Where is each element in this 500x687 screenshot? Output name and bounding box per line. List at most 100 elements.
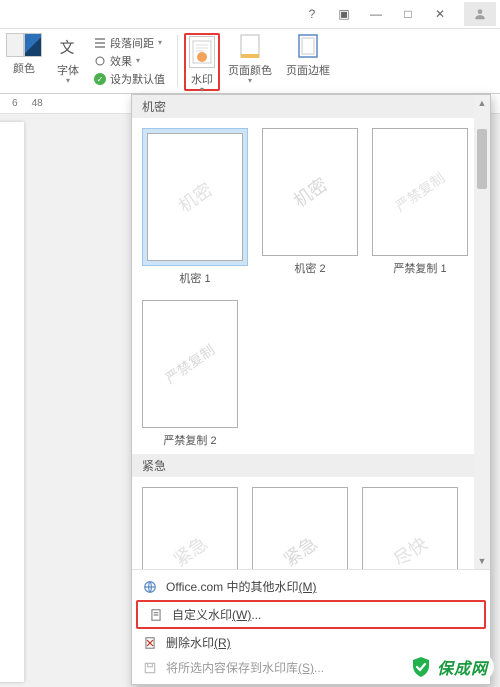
scrollbar-thumb[interactable] (477, 129, 487, 189)
watermark-preview-text: 紧急 (168, 530, 212, 569)
scroll-up-icon[interactable]: ▲ (474, 95, 490, 111)
watermark-thumbnail: 严禁复制 (372, 128, 468, 256)
menu-office-watermarks[interactable]: Office.com 中的其他水印(M) (132, 574, 490, 599)
paragraph-spacing-button[interactable]: 段落间距 ▾ (88, 35, 171, 51)
ruler-tick: 48 (32, 98, 43, 109)
ribbon: 颜色 文 字体 ▾ 段落间距 ▾ 效果 ▾ ✓ 设为默认值 (0, 29, 500, 94)
watermark-thumbnail-label: 严禁复制 1 (393, 260, 446, 276)
page-color-icon (238, 35, 262, 59)
page-border-icon (296, 35, 320, 59)
menu-suffix: ... (251, 608, 261, 622)
avatar[interactable] (464, 2, 496, 26)
shield-check-icon (409, 655, 433, 679)
ribbon-display-button[interactable]: ▣ (330, 4, 358, 24)
gallery-item[interactable]: 严禁复制 严禁复制 2 (142, 300, 238, 448)
paragraph-spacing-label: 段落间距 (110, 35, 154, 51)
minimize-icon: — (370, 7, 382, 21)
watermark-button[interactable]: 水印 ▾ (184, 33, 220, 91)
maximize-button[interactable]: □ (394, 4, 422, 24)
menu-hotkey: (S) (298, 661, 314, 675)
chevron-down-icon: ▾ (248, 76, 252, 85)
watermark-thumbnail: 紧急 (142, 487, 238, 569)
effects-icon (94, 55, 106, 67)
menu-remove-watermark[interactable]: 删除水印(R) (132, 630, 490, 655)
watermark-preview-text: 严禁复制 (391, 168, 448, 217)
watermark-gallery-panel: 机密 机密 机密 1 机密 机密 2 严禁复制 严禁复制 1 严禁复制 严禁复制… (131, 94, 491, 685)
window-titlebar: ? ▣ — □ ✕ (0, 0, 500, 29)
help-icon: ? (309, 7, 316, 21)
remove-icon (142, 635, 158, 651)
color-swatch-light-icon (6, 33, 24, 57)
watermark-preview-text: 尽快 (388, 530, 432, 569)
menu-label: 将所选内容保存到水印库 (166, 661, 298, 675)
checkmark-icon: ✓ (94, 73, 106, 85)
close-icon: ✕ (435, 7, 445, 21)
minimize-button[interactable]: — (362, 4, 390, 24)
menu-suffix: ... (314, 661, 324, 675)
ruler-tick: 6 (12, 98, 18, 109)
watermark-thumbnail: 尽快 (362, 487, 458, 569)
gallery-item[interactable]: 严禁复制 严禁复制 1 (372, 128, 468, 286)
watermark-thumbnail: 严禁复制 (142, 300, 238, 428)
close-button[interactable]: ✕ (426, 4, 454, 24)
gallery-section: 机密 机密 1 机密 机密 2 严禁复制 严禁复制 1 严禁复制 严禁复制 2 (132, 118, 490, 454)
chevron-down-icon: ▾ (66, 76, 70, 85)
brand-watermark: 保成网 (403, 653, 494, 681)
watermark-preview-text: 机密 (288, 171, 332, 213)
fonts-icon: 文 (56, 35, 80, 59)
watermark-thumbnail: 紧急 (252, 487, 348, 569)
page-border-button[interactable]: 页面边框 (280, 33, 336, 91)
globe-icon (142, 579, 158, 595)
ribbon-display-icon: ▣ (338, 7, 349, 21)
chevron-down-icon: ▾ (136, 56, 140, 65)
scroll-down-icon[interactable]: ▼ (474, 553, 490, 569)
save-icon (142, 660, 158, 676)
watermark-thumbnail-label: 机密 1 (179, 270, 210, 286)
watermark-thumbnail-label: 严禁复制 2 (163, 432, 216, 448)
maximize-icon: □ (404, 7, 411, 21)
gallery-scrollbar[interactable]: ▲ ▼ (474, 95, 490, 569)
menu-label: 自定义水印 (172, 608, 232, 622)
gallery-item[interactable]: 尽快 尽快 1 (362, 487, 458, 569)
menu-hotkey: (R) (214, 636, 231, 650)
page-border-label: 页面边框 (286, 62, 330, 78)
watermark-thumbnail: 机密 (262, 128, 358, 256)
brand-text: 保成网 (437, 655, 488, 679)
document-page[interactable] (0, 122, 24, 682)
chevron-down-icon: ▾ (158, 38, 162, 47)
ribbon-group-themes: 颜色 (0, 33, 48, 76)
gallery-item[interactable]: 紧急 紧急 1 (142, 487, 238, 569)
chevron-down-icon: ▾ (200, 85, 204, 94)
page-color-button[interactable]: 页面颜色 ▾ (222, 33, 278, 91)
colors-label: 颜色 (13, 60, 35, 76)
watermark-thumbnail: 机密 (147, 133, 243, 261)
set-default-label: 设为默认值 (110, 71, 165, 87)
ribbon-divider (177, 35, 178, 87)
help-button[interactable]: ? (298, 4, 326, 24)
gallery-section-header: 紧急 (132, 454, 490, 477)
gallery-section-header: 机密 (132, 95, 490, 118)
page-icon (148, 607, 164, 623)
watermark-preview-text: 紧急 (278, 530, 322, 569)
paragraph-icon (94, 37, 106, 49)
set-default-button[interactable]: ✓ 设为默认值 (88, 71, 171, 87)
menu-label: Office.com 中的其他水印 (166, 580, 298, 594)
effects-label: 效果 (110, 53, 132, 69)
gallery-scroll-area[interactable]: 机密 机密 机密 1 机密 机密 2 严禁复制 严禁复制 1 严禁复制 严禁复制… (132, 95, 490, 569)
menu-hotkey: (W) (232, 608, 251, 622)
color-swatch-dark-icon (24, 33, 42, 57)
gallery-item[interactable]: 机密 机密 1 (142, 128, 248, 286)
watermark-thumbnail-label: 机密 2 (294, 260, 325, 276)
watermark-preview-text: 机密 (173, 176, 217, 218)
menu-custom-watermark[interactable]: 自定义水印(W)... (136, 600, 486, 629)
gallery-section: 紧急 紧急 1 紧急 紧急 2 尽快 尽快 1 (132, 477, 490, 569)
fonts-button[interactable]: 文 字体 ▾ (50, 33, 86, 91)
gallery-item[interactable]: 机密 机密 2 (262, 128, 358, 286)
user-icon (473, 7, 487, 21)
svg-text:文: 文 (60, 40, 75, 57)
watermark-icon (189, 36, 215, 68)
gallery-item[interactable]: 紧急 紧急 2 (252, 487, 348, 569)
effects-button[interactable]: 效果 ▾ (88, 53, 171, 69)
watermark-preview-text: 严禁复制 (161, 340, 218, 389)
colors-button[interactable] (6, 33, 42, 57)
